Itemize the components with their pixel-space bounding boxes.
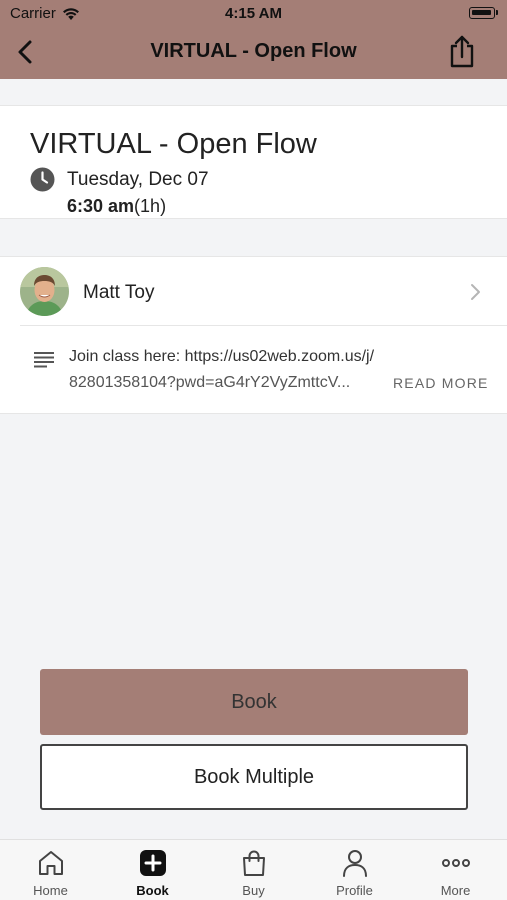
description-icon — [34, 352, 54, 368]
description-line-1: Join class here: https://us02web.zoom.us… — [69, 348, 375, 365]
class-title: VIRTUAL - Open Flow — [30, 128, 317, 160]
tab-label: Book — [136, 883, 169, 898]
plus-square-icon — [140, 850, 166, 876]
tab-buy[interactable]: Buy — [203, 841, 304, 900]
chevron-left-icon — [18, 40, 32, 64]
share-button[interactable] — [444, 32, 480, 70]
person-icon — [343, 850, 367, 877]
class-duration: (1h) — [134, 196, 167, 216]
tab-label: Profile — [336, 883, 373, 898]
instructor-name: Matt Toy — [83, 282, 155, 303]
tab-profile[interactable]: Profile — [304, 841, 405, 900]
instructor-photo — [20, 267, 69, 316]
avatar — [20, 267, 69, 316]
status-time: 4:15 AM — [225, 5, 282, 22]
chevron-right-icon — [471, 284, 480, 300]
share-icon — [450, 35, 474, 68]
tab-home[interactable]: Home — [0, 841, 101, 900]
tab-book[interactable]: Book — [102, 841, 203, 900]
book-multiple-button[interactable]: Book Multiple — [40, 744, 468, 810]
read-more-link[interactable]: READ MORE — [393, 375, 489, 391]
tab-label: Buy — [242, 883, 265, 898]
tab-more[interactable]: More — [405, 841, 506, 900]
book-button[interactable]: Book — [40, 669, 468, 735]
more-dots-icon — [442, 859, 470, 867]
tab-label: Home — [33, 883, 68, 898]
class-start-time: 6:30 am — [67, 196, 135, 216]
clock-icon — [30, 167, 55, 192]
home-icon — [39, 851, 63, 875]
description-line-2: 82801358104?pwd=aG4rY2VyZmttcV... — [69, 374, 351, 391]
shopping-bag-icon — [243, 850, 265, 876]
page-title: VIRTUAL - Open Flow — [150, 40, 357, 62]
tab-label: More — [440, 883, 471, 898]
battery-level — [472, 10, 491, 15]
class-date: Tuesday, Dec 07 — [67, 169, 209, 190]
battery-icon — [469, 7, 495, 19]
class-time: 6:30 am(1h) — [67, 196, 166, 217]
back-button[interactable] — [8, 34, 42, 68]
instructor-row[interactable] — [0, 257, 507, 325]
battery-tip — [496, 10, 498, 15]
row-divider — [20, 325, 507, 326]
